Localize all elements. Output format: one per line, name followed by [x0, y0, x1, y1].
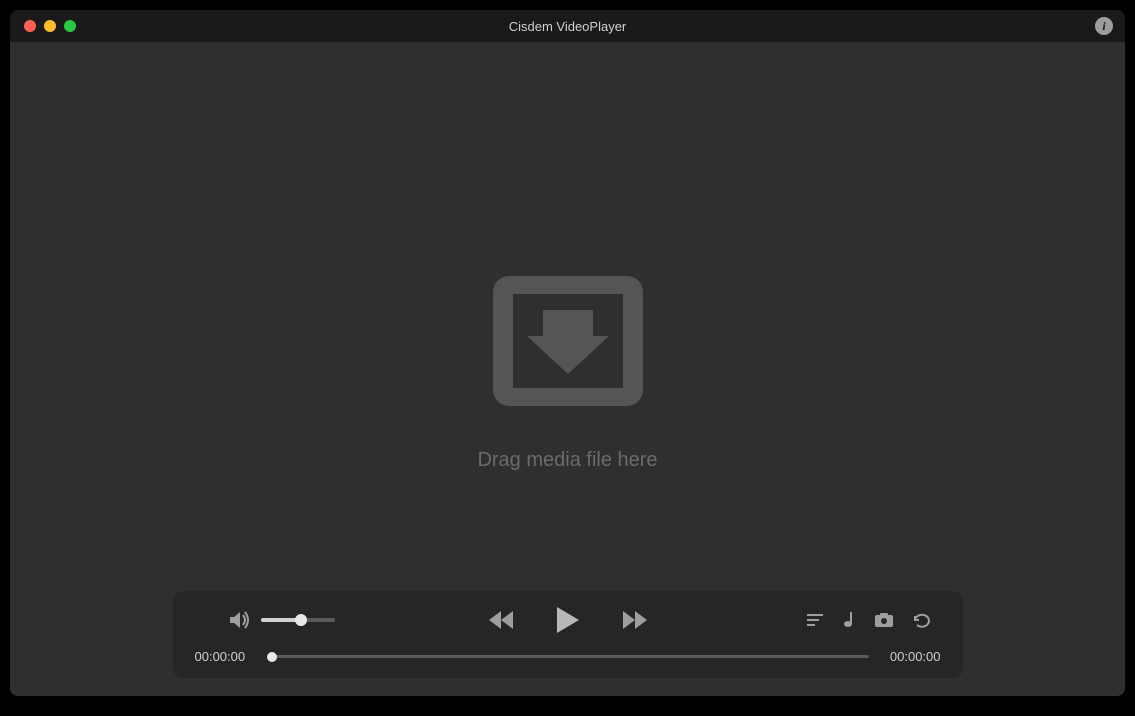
play-button[interactable] [557, 607, 579, 633]
info-icon: i [1102, 19, 1105, 34]
titlebar: Cisdem VideoPlayer i [10, 10, 1125, 42]
volume-group [229, 610, 335, 630]
audio-track-button[interactable] [843, 612, 855, 628]
repeat-button[interactable] [913, 612, 931, 628]
video-dropzone[interactable]: Drag media file here [10, 42, 1125, 696]
volume-icon[interactable] [229, 610, 251, 630]
total-time: 00:00:00 [881, 649, 941, 664]
rewind-button[interactable] [489, 611, 513, 629]
app-window: Cisdem VideoPlayer i Drag media file her… [10, 10, 1125, 696]
window-title: Cisdem VideoPlayer [10, 19, 1125, 34]
volume-slider[interactable] [261, 618, 335, 622]
extra-controls [807, 612, 931, 628]
maximize-window-button[interactable] [64, 20, 76, 32]
transport-controls [489, 607, 647, 633]
snapshot-button[interactable] [875, 613, 893, 627]
info-button[interactable]: i [1095, 17, 1113, 35]
playlist-button[interactable] [807, 613, 823, 627]
elapsed-time: 00:00:00 [195, 649, 255, 664]
dropzone-label: Drag media file here [477, 449, 657, 472]
dropzone-icon [483, 266, 653, 421]
minimize-window-button[interactable] [44, 20, 56, 32]
seek-slider[interactable] [267, 655, 869, 658]
fast-forward-button[interactable] [623, 611, 647, 629]
close-window-button[interactable] [24, 20, 36, 32]
window-controls [24, 20, 76, 32]
playback-controls: 00:00:00 00:00:00 [173, 591, 963, 678]
